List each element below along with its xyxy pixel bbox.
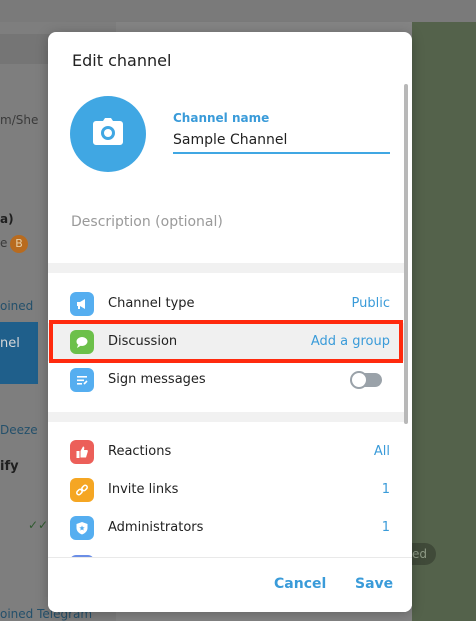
background-chat-wallpaper <box>412 22 476 621</box>
background-text-1: m/She <box>0 113 39 127</box>
dialog-title: Edit channel <box>72 51 172 70</box>
channel-type-label: Channel type <box>108 296 195 311</box>
shield-icon <box>70 516 94 540</box>
dialog-scrollbar[interactable] <box>404 84 408 424</box>
invite-links-label: Invite links <box>108 482 179 497</box>
background-text-3: e <box>0 236 8 250</box>
background-text-5: nel <box>0 336 20 351</box>
administrators-label: Administrators <box>108 520 204 535</box>
read-checkmarks-icon: ✓✓ <box>28 518 49 532</box>
section-divider <box>48 263 404 273</box>
background-text-2: a) <box>0 212 14 226</box>
camera-icon <box>92 118 124 150</box>
link-icon <box>70 478 94 502</box>
section-divider <box>48 412 404 422</box>
background-text-7: ify <box>0 459 19 474</box>
reactions-value: All <box>373 444 390 459</box>
signature-icon <box>70 368 94 392</box>
cancel-button[interactable]: Cancel <box>274 576 326 592</box>
sign-messages-label: Sign messages <box>108 372 206 387</box>
megaphone-icon <box>70 292 94 316</box>
coin-icon: B <box>10 235 28 253</box>
invite-links-count: 1 <box>381 482 390 497</box>
save-button[interactable]: Save <box>355 576 393 592</box>
background-top-bar <box>0 0 476 22</box>
add-group-link[interactable]: Add a group <box>311 334 390 349</box>
invite-links-row[interactable]: Invite links 1 <box>48 471 404 509</box>
chat-bubble-icon <box>70 330 94 354</box>
description-input[interactable] <box>71 210 390 234</box>
background-badge: ed <box>412 543 436 565</box>
background-selected-chat <box>0 322 38 384</box>
toggle-knob <box>350 371 368 389</box>
background-badge-text: ed <box>412 547 427 561</box>
channel-type-row[interactable]: Channel type Public <box>48 285 404 323</box>
channel-type-value: Public <box>351 296 390 311</box>
thumbs-up-icon <box>70 440 94 464</box>
sign-messages-row[interactable]: Sign messages <box>48 361 404 399</box>
dialog-footer: Cancel Save <box>48 557 412 612</box>
channel-name-input[interactable] <box>173 128 390 154</box>
set-photo-button[interactable] <box>70 96 146 172</box>
reactions-label: Reactions <box>108 444 172 459</box>
administrators-count: 1 <box>381 520 390 535</box>
channel-name-label: Channel name <box>173 111 270 125</box>
sign-messages-toggle[interactable] <box>350 371 382 389</box>
discussion-label: Discussion <box>108 334 178 349</box>
edit-channel-dialog: Edit channel Channel name Channel type P… <box>48 32 412 612</box>
background-text-4: oined <box>0 299 34 313</box>
administrators-row[interactable]: Administrators 1 <box>48 509 404 547</box>
reactions-row[interactable]: Reactions All <box>48 433 404 471</box>
discussion-row[interactable]: Discussion Add a group <box>48 323 404 361</box>
background-text-6: Deeze <box>0 423 38 437</box>
